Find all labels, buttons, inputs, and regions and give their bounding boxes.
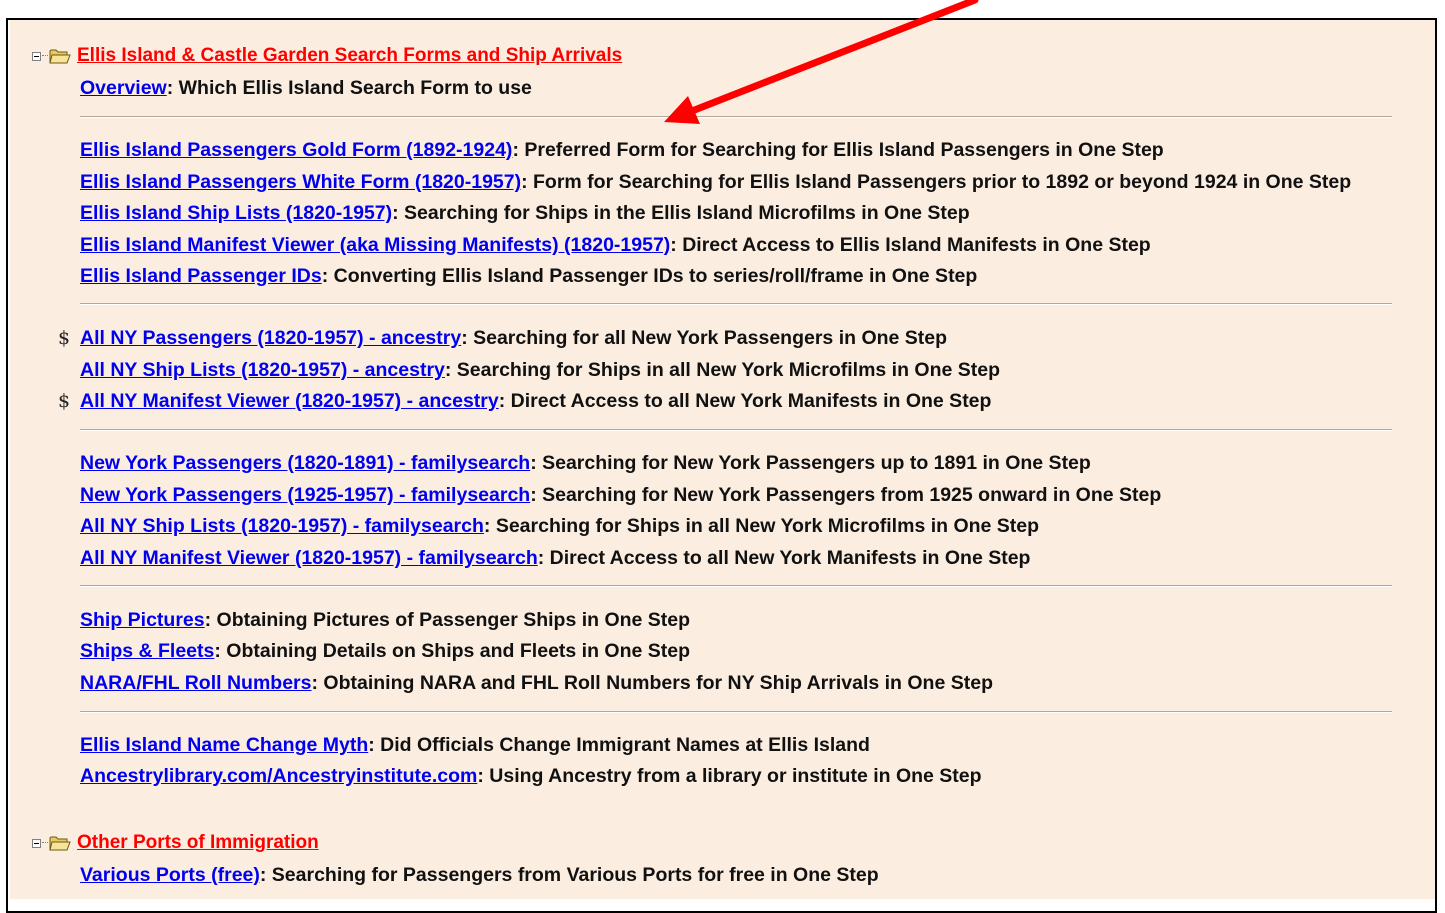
item-description: : Which Ellis Island Search Form to use	[166, 77, 532, 99]
all-ny-passengers-ancestry-link[interactable]: All NY Passengers (1820-1957) - ancestry	[80, 327, 461, 349]
various-ports-link[interactable]: Various Ports (free)	[80, 864, 260, 886]
collapse-icon[interactable]	[32, 838, 41, 848]
item-description: : Direct Access to all New York Manifest…	[498, 390, 992, 412]
list-item: Ellis Island Manifest Viewer (aka Missin…	[80, 231, 1151, 259]
name-change-myth-link[interactable]: Ellis Island Name Change Myth	[80, 734, 368, 756]
list-item: Ellis Island Passenger IDs: Converting E…	[80, 262, 977, 290]
overview-link[interactable]: Overview	[80, 77, 167, 99]
tree-connector	[42, 842, 48, 844]
list-item: All NY Passengers (1820-1957) - ancestry…	[80, 324, 947, 352]
ancestrylibrary-link[interactable]: Ancestrylibrary.com/Ancestryinstitute.co…	[80, 765, 477, 787]
ship-lists-link[interactable]: Ellis Island Ship Lists (1820-1957)	[80, 202, 392, 224]
ships-fleets-link[interactable]: Ships & Fleets	[80, 640, 214, 662]
list-item: Ellis Island Passengers White Form (1820…	[80, 168, 1351, 196]
item-description: : Using Ancestry from a library or insti…	[477, 765, 982, 787]
item-description: : Did Officials Change Immigrant Names a…	[368, 734, 870, 756]
ny-passengers-1925-familysearch-link[interactable]: New York Passengers (1925-1957) - family…	[80, 484, 530, 506]
divider	[80, 711, 1392, 713]
list-item: All NY Ship Lists (1820-1957) - familyse…	[80, 512, 1039, 540]
item-description: : Form for Searching for Ellis Island Pa…	[521, 171, 1352, 193]
all-ny-ship-lists-ancestry-link[interactable]: All NY Ship Lists (1820-1957) - ancestry	[80, 359, 445, 381]
item-description: : Searching for all New York Passengers …	[461, 327, 948, 349]
item-description: : Searching for Passengers from Various …	[259, 864, 879, 886]
list-item: NARA/FHL Roll Numbers: Obtaining NARA an…	[80, 669, 993, 697]
list-item: Ancestrylibrary.com/Ancestryinstitute.co…	[80, 762, 982, 790]
section-header-ellis-island[interactable]: Ellis Island & Castle Garden Search Form…	[32, 44, 622, 68]
red-arrow-icon	[664, 0, 979, 124]
all-ny-manifest-familysearch-link[interactable]: All NY Manifest Viewer (1820-1957) - fam…	[80, 547, 538, 569]
item-description: : Obtaining Pictures of Passenger Ships …	[204, 609, 691, 631]
item-description: : Direct Access to Ellis Island Manifest…	[670, 234, 1151, 256]
list-item: New York Passengers (1820-1891) - family…	[80, 449, 1091, 477]
list-item: All NY Manifest Viewer (1820-1957) - fam…	[80, 544, 1030, 572]
passenger-ids-link[interactable]: Ellis Island Passenger IDs	[80, 265, 322, 287]
ship-pictures-link[interactable]: Ship Pictures	[80, 609, 205, 631]
item-description: : Searching for Ships in all New York Mi…	[483, 515, 1040, 537]
paid-marker: $	[58, 327, 71, 349]
manifest-viewer-link[interactable]: Ellis Island Manifest Viewer (aka Missin…	[80, 234, 670, 256]
list-item: Overview: Which Ellis Island Search Form…	[80, 74, 532, 102]
nara-fhl-roll-link[interactable]: NARA/FHL Roll Numbers	[80, 672, 312, 694]
open-folder-icon	[49, 835, 71, 851]
divider	[80, 585, 1392, 587]
item-description: : Searching for Ships in the Ellis Islan…	[392, 202, 970, 224]
all-ny-manifest-ancestry-link[interactable]: All NY Manifest Viewer (1820-1957) - anc…	[80, 390, 499, 412]
item-description: : Searching for New York Passengers from…	[530, 484, 1162, 506]
all-ny-ship-lists-familysearch-link[interactable]: All NY Ship Lists (1820-1957) - familyse…	[80, 515, 484, 537]
divider	[80, 303, 1392, 305]
paid-marker: $	[58, 390, 71, 412]
list-item: Ellis Island Ship Lists (1820-1957): Sea…	[80, 199, 970, 227]
ny-passengers-1820-familysearch-link[interactable]: New York Passengers (1820-1891) - family…	[80, 452, 530, 474]
item-description: : Searching for Ships in all New York Mi…	[444, 359, 1001, 381]
list-item: Ship Pictures: Obtaining Pictures of Pas…	[80, 606, 690, 634]
list-item: Ellis Island Passengers Gold Form (1892-…	[80, 136, 1164, 164]
item-description: : Obtaining NARA and FHL Roll Numbers fo…	[311, 672, 993, 694]
content-panel: Ellis Island & Castle Garden Search Form…	[10, 20, 1435, 899]
item-description: : Searching for New York Passengers up t…	[530, 452, 1091, 474]
list-item: New York Passengers (1925-1957) - family…	[80, 481, 1161, 509]
item-description: : Preferred Form for Searching for Ellis…	[512, 139, 1164, 161]
list-item: Ellis Island Name Change Myth: Did Offic…	[80, 731, 870, 759]
gold-form-link[interactable]: Ellis Island Passengers Gold Form (1892-…	[80, 139, 512, 161]
divider	[80, 429, 1392, 431]
collapse-icon[interactable]	[32, 51, 41, 61]
item-description: : Obtaining Details on Ships and Fleets …	[214, 640, 691, 662]
white-form-link[interactable]: Ellis Island Passengers White Form (1820…	[80, 171, 521, 193]
section-title-link[interactable]: Ellis Island & Castle Garden Search Form…	[77, 45, 622, 67]
item-description: : Direct Access to all New York Manifest…	[537, 547, 1031, 569]
list-item: Various Ports (free): Searching for Pass…	[80, 861, 879, 889]
tree-connector	[42, 55, 48, 57]
list-item: All NY Ship Lists (1820-1957) - ancestry…	[80, 356, 1000, 384]
open-folder-icon	[49, 48, 71, 64]
section-title-link[interactable]: Other Ports of Immigration	[77, 832, 319, 854]
list-item: Ships & Fleets: Obtaining Details on Shi…	[80, 637, 690, 665]
list-item: All NY Manifest Viewer (1820-1957) - anc…	[80, 387, 991, 415]
section-header-other-ports[interactable]: Other Ports of Immigration	[32, 831, 319, 855]
item-description: : Converting Ellis Island Passenger IDs …	[321, 265, 978, 287]
